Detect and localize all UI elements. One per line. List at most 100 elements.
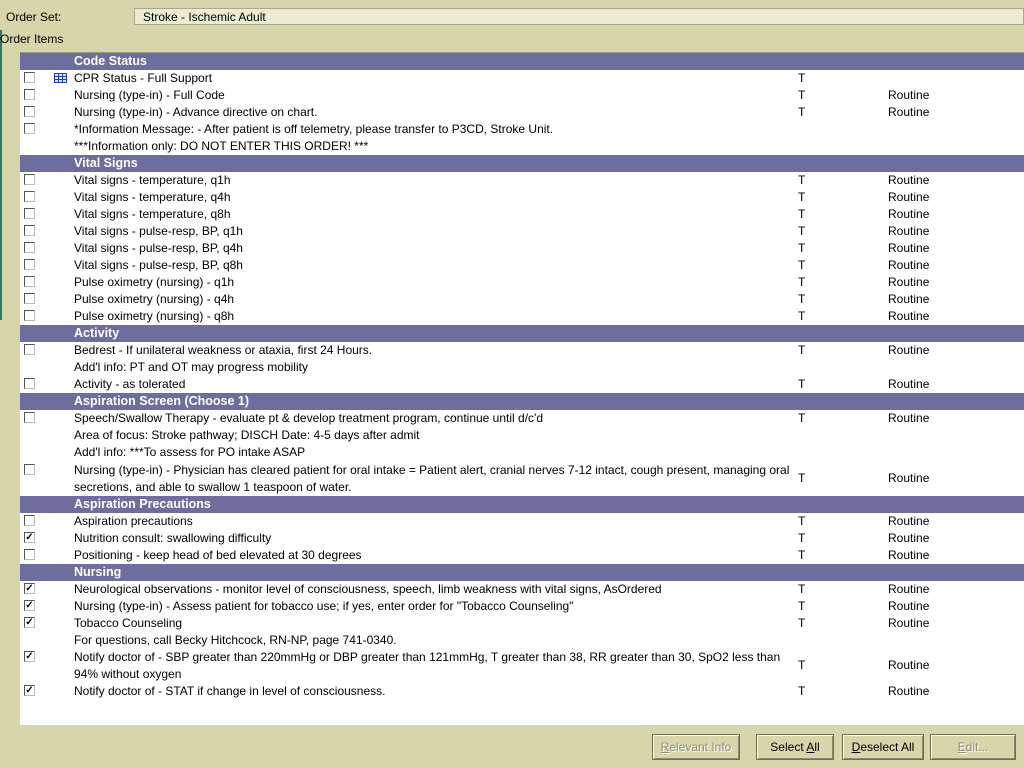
checkbox-cell	[20, 513, 54, 530]
order-set-field[interactable]: Stroke - Ischemic Adult	[134, 8, 1024, 25]
order-row[interactable]: ✓ Neurological observations - monitor lev…	[20, 581, 1024, 598]
order-text-line: For questions, call Becky Hitchcock, RN-…	[74, 633, 397, 647]
order-type: T	[798, 599, 806, 613]
order-checkbox[interactable]	[24, 515, 35, 526]
order-checkbox[interactable]: ✓	[24, 651, 35, 662]
order-text-line: Activity - as tolerated	[74, 377, 186, 391]
order-row[interactable]: Vital signs - temperature, q8h T Routine	[20, 206, 1024, 223]
order-checkbox[interactable]	[24, 549, 35, 560]
order-checkbox[interactable]	[24, 310, 35, 321]
order-checkbox[interactable]: ✓	[24, 617, 35, 628]
order-row[interactable]: Nursing (type-in) - Advance directive on…	[20, 104, 1024, 121]
order-description: Notify doctor of - SBP greater than 220m…	[74, 649, 798, 683]
edit-button[interactable]: Edit...	[930, 734, 1016, 760]
order-row[interactable]: Pulse oximetry (nursing) - q8h T Routine	[20, 308, 1024, 325]
order-checkbox[interactable]	[24, 174, 35, 185]
relevant-info-button[interactable]: Relevant Info	[652, 734, 740, 760]
order-checkbox[interactable]	[24, 276, 35, 287]
order-row[interactable]: Vital signs - pulse-resp, BP, q8h T Routin…	[20, 257, 1024, 274]
order-row[interactable]: ✓ Nursing (type-in) - Assess patient for …	[20, 598, 1024, 615]
order-checkbox[interactable]	[24, 464, 35, 475]
order-checkbox[interactable]	[24, 208, 35, 219]
order-checkbox[interactable]	[24, 293, 35, 304]
order-text-line: Speech/Swallow Therapy - evaluate pt & d…	[74, 411, 544, 425]
order-checkbox[interactable]	[24, 412, 35, 423]
order-type: T	[798, 343, 806, 357]
order-description: Vital signs - pulse-resp, BP, q8h	[74, 257, 798, 274]
icon-cell	[54, 257, 74, 274]
order-priority: Routine	[888, 548, 930, 562]
checkbox-cell	[20, 121, 54, 155]
order-row[interactable]: *Information Message: - After patient is…	[20, 121, 1024, 155]
order-type: T	[798, 258, 806, 272]
order-row[interactable]: Vital signs - pulse-resp, BP, q1h T Routin…	[20, 223, 1024, 240]
section-header: Vital Signs	[20, 155, 1024, 172]
checkbox-cell	[20, 274, 54, 291]
order-checkbox[interactable]: ✓	[24, 583, 35, 594]
order-type: T	[798, 582, 806, 596]
order-priority: Routine	[888, 309, 930, 323]
order-checkbox[interactable]	[24, 191, 35, 202]
order-priority: Routine	[888, 684, 930, 698]
order-checkbox[interactable]	[24, 242, 35, 253]
order-description: Neurological observations - monitor leve…	[74, 581, 798, 598]
order-row[interactable]: Pulse oximetry (nursing) - q4h T Routine	[20, 291, 1024, 308]
order-text-line: Positioning - keep head of bed elevated …	[74, 548, 362, 562]
grid-icon	[54, 73, 67, 83]
order-priority: Routine	[888, 599, 930, 613]
order-row[interactable]: Activity - as tolerated T Routine	[20, 376, 1024, 393]
order-checkbox[interactable]	[24, 344, 35, 355]
order-row[interactable]: Nursing (type-in) - Full Code T Routine	[20, 87, 1024, 104]
order-checkbox[interactable]	[24, 378, 35, 389]
order-type: T	[798, 105, 806, 119]
order-type: T	[798, 71, 806, 85]
order-row[interactable]: ✓ Notify doctor of - SBP greater than 220…	[20, 649, 1024, 683]
order-row[interactable]: Pulse oximetry (nursing) - q1h T Routine	[20, 274, 1024, 291]
order-row[interactable]: Positioning - keep head of bed elevated …	[20, 547, 1024, 564]
checkbox-cell	[20, 257, 54, 274]
order-items-list[interactable]: Code Status CPR Status - Full Support T Nur…	[20, 52, 1024, 725]
order-row[interactable]: Aspiration precautions T Routine	[20, 513, 1024, 530]
order-checkbox[interactable]	[24, 106, 35, 117]
section-header: Code Status	[20, 53, 1024, 70]
order-description: Aspiration precautions	[74, 513, 798, 530]
order-row[interactable]: CPR Status - Full Support T	[20, 70, 1024, 87]
order-type: T	[798, 88, 806, 102]
order-checkbox[interactable]: ✓	[24, 685, 35, 696]
select-all-button[interactable]: Select All	[756, 734, 834, 760]
order-description: Pulse oximetry (nursing) - q4h	[74, 291, 798, 308]
order-checkbox[interactable]: ✓	[24, 600, 35, 611]
deselect-all-button[interactable]: Deselect All	[842, 734, 924, 760]
order-row[interactable]: Vital signs - temperature, q4h T Routine	[20, 189, 1024, 206]
icon-cell	[54, 240, 74, 257]
order-description: Vital signs - pulse-resp, BP, q4h	[74, 240, 798, 257]
order-description: Nursing (type-in) - Physician has cleare…	[74, 462, 798, 496]
order-row[interactable]: Vital signs - pulse-resp, BP, q4h T Routin…	[20, 240, 1024, 257]
order-checkbox[interactable]	[24, 89, 35, 100]
order-checkbox[interactable]	[24, 225, 35, 236]
order-type: T	[798, 224, 806, 238]
order-row[interactable]: ✓ Tobacco Counseling For questions, call B…	[20, 615, 1024, 649]
order-row[interactable]: Nursing (type-in) - Physician has cleare…	[20, 462, 1024, 496]
checkbox-cell: ✓	[20, 581, 54, 598]
order-row[interactable]: Vital signs - temperature, q1h T Routine	[20, 172, 1024, 189]
order-text-line: Nursing (type-in) - Physician has cleare…	[74, 463, 790, 477]
order-checkbox[interactable]	[24, 72, 35, 83]
section-header: Aspiration Screen (Choose 1)	[20, 393, 1024, 410]
icon-cell	[54, 581, 74, 598]
checkbox-cell	[20, 87, 54, 104]
icon-cell	[54, 274, 74, 291]
icon-cell	[54, 513, 74, 530]
order-description: Speech/Swallow Therapy - evaluate pt & d…	[74, 410, 798, 461]
order-checkbox[interactable]: ✓	[24, 532, 35, 543]
order-row[interactable]: Speech/Swallow Therapy - evaluate pt & d…	[20, 410, 1024, 462]
order-description: Positioning - keep head of bed elevated …	[74, 547, 798, 564]
order-checkbox[interactable]	[24, 259, 35, 270]
order-row[interactable]: ✓ Notify doctor of - STAT if change in le…	[20, 683, 1024, 700]
order-text-line: Nursing (type-in) - Advance directive on…	[74, 105, 318, 119]
order-row[interactable]: Bedrest - If unilateral weakness or atax…	[20, 342, 1024, 376]
order-row[interactable]: ✓ Nutrition consult: swallowing difficult…	[20, 530, 1024, 547]
order-type: T	[798, 548, 806, 562]
button-label-text: elevant Info	[669, 740, 732, 754]
order-checkbox[interactable]	[24, 123, 35, 134]
